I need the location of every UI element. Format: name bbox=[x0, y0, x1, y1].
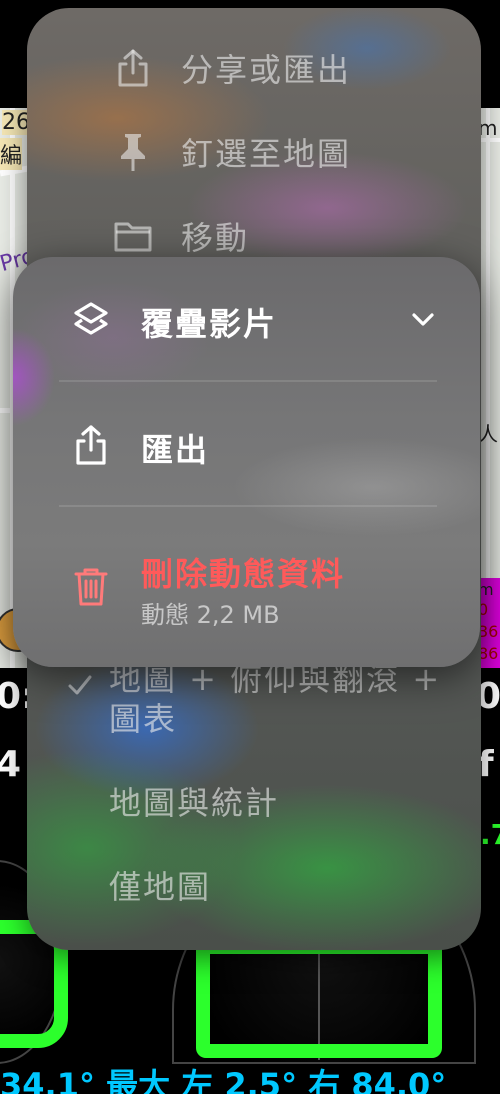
pin-icon bbox=[113, 132, 153, 172]
stats-value: 86 bbox=[478, 644, 499, 663]
layout-option-map-chart[interactable]: 地圖 + 圖表 bbox=[27, 942, 481, 950]
value-fragment: .7 bbox=[480, 818, 500, 851]
stats-value: 36 bbox=[478, 622, 499, 641]
trash-icon bbox=[69, 565, 113, 609]
menu-item-share-export[interactable]: 分享或匯出 bbox=[27, 38, 481, 98]
checkmark-icon bbox=[67, 668, 93, 695]
menu-item-label: 匯出 bbox=[141, 431, 210, 469]
menu-item-label: 移動 bbox=[181, 219, 250, 257]
map-label: 26 bbox=[2, 110, 28, 135]
divider bbox=[59, 380, 437, 382]
menu-item-label: 釘選至地圖 bbox=[181, 135, 352, 173]
overlay-video-submenu: 覆疊影片 匯出 刪除動態資料 動態 2,2 MB bbox=[13, 257, 480, 667]
angle-readout: 34.1° 最大 左 2.5° 右 84.0° bbox=[0, 1066, 447, 1094]
menu-item-label: 分享或匯出 bbox=[181, 51, 352, 89]
chevron-down-icon[interactable] bbox=[409, 305, 437, 333]
menu-item-pin-to-map[interactable]: 釘選至地圖 bbox=[27, 122, 481, 182]
folder-icon bbox=[113, 216, 153, 256]
layout-option-map-stats[interactable]: 地圖與統計 bbox=[27, 778, 481, 822]
motion-data-size: 動態 2,2 MB bbox=[141, 601, 280, 629]
share-icon bbox=[69, 423, 113, 467]
share-icon bbox=[113, 48, 153, 88]
menu-item-export[interactable]: 匯出 bbox=[13, 417, 480, 473]
submenu-header-label: 覆疊影片 bbox=[141, 305, 278, 343]
layout-option-label: 僅地圖 bbox=[109, 868, 212, 906]
map-label: 人 bbox=[478, 422, 498, 446]
map-right-strip: m 人 m 0 36 86 bbox=[478, 108, 500, 668]
menu-item-delete-motion-data[interactable]: 刪除動態資料 動態 2,2 MB bbox=[13, 547, 480, 637]
layout-option-label: 圖表 bbox=[109, 700, 178, 738]
menu-item-label: 刪除動態資料 bbox=[141, 555, 346, 593]
layout-option-label: 地圖 + 圖表 bbox=[109, 942, 298, 950]
layers-icon bbox=[69, 297, 113, 341]
map-label: 編 bbox=[0, 138, 23, 170]
submenu-header-overlay-video[interactable]: 覆疊影片 bbox=[13, 291, 480, 347]
layout-option-map-only[interactable]: 僅地圖 bbox=[27, 862, 481, 906]
layout-option-label: 地圖與統計 bbox=[109, 784, 280, 822]
divider bbox=[59, 505, 437, 507]
car-front-icon bbox=[196, 940, 442, 1058]
